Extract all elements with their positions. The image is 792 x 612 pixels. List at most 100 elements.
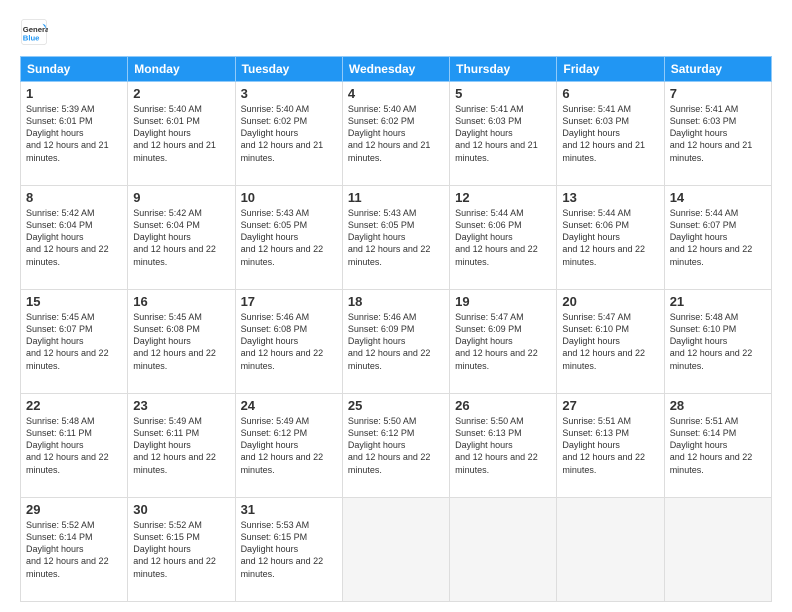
day-number: 18 xyxy=(348,294,444,309)
day-number: 23 xyxy=(133,398,229,413)
calendar-cell: 21 Sunrise: 5:48 AMSunset: 6:10 PMDayligh… xyxy=(664,290,771,394)
logo: General Blue xyxy=(20,18,52,46)
svg-text:General: General xyxy=(23,25,48,34)
cell-sunrise: Sunrise: 5:47 AMSunset: 6:09 PMDaylight … xyxy=(455,312,538,371)
day-number: 26 xyxy=(455,398,551,413)
calendar-week-1: 1 Sunrise: 5:39 AMSunset: 6:01 PMDaylight… xyxy=(21,82,772,186)
cell-sunrise: Sunrise: 5:52 AMSunset: 6:14 PMDaylight … xyxy=(26,520,109,579)
cell-sunrise: Sunrise: 5:46 AMSunset: 6:09 PMDaylight … xyxy=(348,312,431,371)
cell-sunrise: Sunrise: 5:44 AMSunset: 6:06 PMDaylight … xyxy=(562,208,645,267)
day-number: 4 xyxy=(348,86,444,101)
cell-sunrise: Sunrise: 5:53 AMSunset: 6:15 PMDaylight … xyxy=(241,520,324,579)
svg-text:Blue: Blue xyxy=(23,33,40,42)
day-number: 29 xyxy=(26,502,122,517)
cell-sunrise: Sunrise: 5:39 AMSunset: 6:01 PMDaylight … xyxy=(26,104,109,163)
calendar-cell: 26 Sunrise: 5:50 AMSunset: 6:13 PMDayligh… xyxy=(450,394,557,498)
header: General Blue xyxy=(20,18,772,46)
calendar-header-row: SundayMondayTuesdayWednesdayThursdayFrid… xyxy=(21,57,772,82)
day-header-friday: Friday xyxy=(557,57,664,82)
calendar-cell: 2 Sunrise: 5:40 AMSunset: 6:01 PMDaylight… xyxy=(128,82,235,186)
calendar-cell: 19 Sunrise: 5:47 AMSunset: 6:09 PMDayligh… xyxy=(450,290,557,394)
calendar-week-2: 8 Sunrise: 5:42 AMSunset: 6:04 PMDaylight… xyxy=(21,186,772,290)
day-number: 3 xyxy=(241,86,337,101)
calendar-cell: 25 Sunrise: 5:50 AMSunset: 6:12 PMDayligh… xyxy=(342,394,449,498)
day-number: 31 xyxy=(241,502,337,517)
cell-sunrise: Sunrise: 5:40 AMSunset: 6:01 PMDaylight … xyxy=(133,104,216,163)
calendar-cell: 17 Sunrise: 5:46 AMSunset: 6:08 PMDayligh… xyxy=(235,290,342,394)
calendar-cell: 29 Sunrise: 5:52 AMSunset: 6:14 PMDayligh… xyxy=(21,498,128,602)
calendar-cell: 6 Sunrise: 5:41 AMSunset: 6:03 PMDaylight… xyxy=(557,82,664,186)
calendar-cell: 14 Sunrise: 5:44 AMSunset: 6:07 PMDayligh… xyxy=(664,186,771,290)
calendar-cell: 9 Sunrise: 5:42 AMSunset: 6:04 PMDaylight… xyxy=(128,186,235,290)
cell-sunrise: Sunrise: 5:45 AMSunset: 6:07 PMDaylight … xyxy=(26,312,109,371)
day-number: 14 xyxy=(670,190,766,205)
cell-sunrise: Sunrise: 5:51 AMSunset: 6:13 PMDaylight … xyxy=(562,416,645,475)
calendar-cell: 27 Sunrise: 5:51 AMSunset: 6:13 PMDayligh… xyxy=(557,394,664,498)
calendar-cell: 7Sunrise: 5:41 AMSunset: 6:03 PMDaylight… xyxy=(664,82,771,186)
cell-sunrise: Sunrise: 5:44 AMSunset: 6:06 PMDaylight … xyxy=(455,208,538,267)
calendar-cell: 28 Sunrise: 5:51 AMSunset: 6:14 PMDayligh… xyxy=(664,394,771,498)
calendar-cell: 23 Sunrise: 5:49 AMSunset: 6:11 PMDayligh… xyxy=(128,394,235,498)
cell-sunrise: Sunrise: 5:51 AMSunset: 6:14 PMDaylight … xyxy=(670,416,753,475)
day-number: 28 xyxy=(670,398,766,413)
day-number: 9 xyxy=(133,190,229,205)
day-header-tuesday: Tuesday xyxy=(235,57,342,82)
calendar-cell xyxy=(342,498,449,602)
day-number: 11 xyxy=(348,190,444,205)
day-number: 10 xyxy=(241,190,337,205)
cell-sunrise: Sunrise: 5:50 AMSunset: 6:12 PMDaylight … xyxy=(348,416,431,475)
page: General Blue SundayMondayTuesdayWednesda… xyxy=(0,0,792,612)
day-number: 5 xyxy=(455,86,551,101)
cell-sunrise: Sunrise: 5:41 AMSunset: 6:03 PMDaylight … xyxy=(562,104,645,163)
cell-sunrise: Sunrise: 5:46 AMSunset: 6:08 PMDaylight … xyxy=(241,312,324,371)
day-header-wednesday: Wednesday xyxy=(342,57,449,82)
cell-sunrise: Sunrise: 5:41 AMSunset: 6:03 PMDaylight … xyxy=(670,104,753,163)
day-header-monday: Monday xyxy=(128,57,235,82)
calendar-cell: 22Sunrise: 5:48 AMSunset: 6:11 PMDayligh… xyxy=(21,394,128,498)
calendar-week-3: 15 Sunrise: 5:45 AMSunset: 6:07 PMDayligh… xyxy=(21,290,772,394)
day-header-thursday: Thursday xyxy=(450,57,557,82)
day-number: 21 xyxy=(670,294,766,309)
calendar-cell xyxy=(664,498,771,602)
cell-sunrise: Sunrise: 5:49 AMSunset: 6:11 PMDaylight … xyxy=(133,416,216,475)
cell-sunrise: Sunrise: 5:50 AMSunset: 6:13 PMDaylight … xyxy=(455,416,538,475)
day-number: 25 xyxy=(348,398,444,413)
day-number: 6 xyxy=(562,86,658,101)
day-number: 27 xyxy=(562,398,658,413)
day-number: 17 xyxy=(241,294,337,309)
cell-sunrise: Sunrise: 5:48 AMSunset: 6:10 PMDaylight … xyxy=(670,312,753,371)
day-number: 15 xyxy=(26,294,122,309)
day-number: 13 xyxy=(562,190,658,205)
day-number: 1 xyxy=(26,86,122,101)
day-number: 2 xyxy=(133,86,229,101)
cell-sunrise: Sunrise: 5:41 AMSunset: 6:03 PMDaylight … xyxy=(455,104,538,163)
calendar-week-5: 29 Sunrise: 5:52 AMSunset: 6:14 PMDayligh… xyxy=(21,498,772,602)
calendar-cell: 1 Sunrise: 5:39 AMSunset: 6:01 PMDaylight… xyxy=(21,82,128,186)
day-header-sunday: Sunday xyxy=(21,57,128,82)
day-number: 24 xyxy=(241,398,337,413)
cell-sunrise: Sunrise: 5:42 AMSunset: 6:04 PMDaylight … xyxy=(133,208,216,267)
calendar-cell: 31 Sunrise: 5:53 AMSunset: 6:15 PMDayligh… xyxy=(235,498,342,602)
calendar-cell: 8 Sunrise: 5:42 AMSunset: 6:04 PMDaylight… xyxy=(21,186,128,290)
calendar-cell: 16 Sunrise: 5:45 AMSunset: 6:08 PMDayligh… xyxy=(128,290,235,394)
calendar-cell: 11Sunrise: 5:43 AMSunset: 6:05 PMDayligh… xyxy=(342,186,449,290)
day-number: 22 xyxy=(26,398,122,413)
calendar-cell: 24Sunrise: 5:49 AMSunset: 6:12 PMDayligh… xyxy=(235,394,342,498)
cell-sunrise: Sunrise: 5:44 AMSunset: 6:07 PMDaylight … xyxy=(670,208,753,267)
day-number: 16 xyxy=(133,294,229,309)
calendar-cell: 10Sunrise: 5:43 AMSunset: 6:05 PMDayligh… xyxy=(235,186,342,290)
calendar-cell: 18 Sunrise: 5:46 AMSunset: 6:09 PMDayligh… xyxy=(342,290,449,394)
cell-sunrise: Sunrise: 5:42 AMSunset: 6:04 PMDaylight … xyxy=(26,208,109,267)
cell-sunrise: Sunrise: 5:45 AMSunset: 6:08 PMDaylight … xyxy=(133,312,216,371)
calendar-cell: 20Sunrise: 5:47 AMSunset: 6:10 PMDayligh… xyxy=(557,290,664,394)
day-number: 19 xyxy=(455,294,551,309)
logo-icon: General Blue xyxy=(20,18,48,46)
cell-sunrise: Sunrise: 5:40 AMSunset: 6:02 PMDaylight … xyxy=(241,104,324,163)
day-number: 8 xyxy=(26,190,122,205)
cell-sunrise: Sunrise: 5:52 AMSunset: 6:15 PMDaylight … xyxy=(133,520,216,579)
day-number: 20 xyxy=(562,294,658,309)
calendar-week-4: 22Sunrise: 5:48 AMSunset: 6:11 PMDayligh… xyxy=(21,394,772,498)
calendar-cell: 3 Sunrise: 5:40 AMSunset: 6:02 PMDaylight… xyxy=(235,82,342,186)
calendar-cell: 13 Sunrise: 5:44 AMSunset: 6:06 PMDayligh… xyxy=(557,186,664,290)
calendar-cell xyxy=(557,498,664,602)
